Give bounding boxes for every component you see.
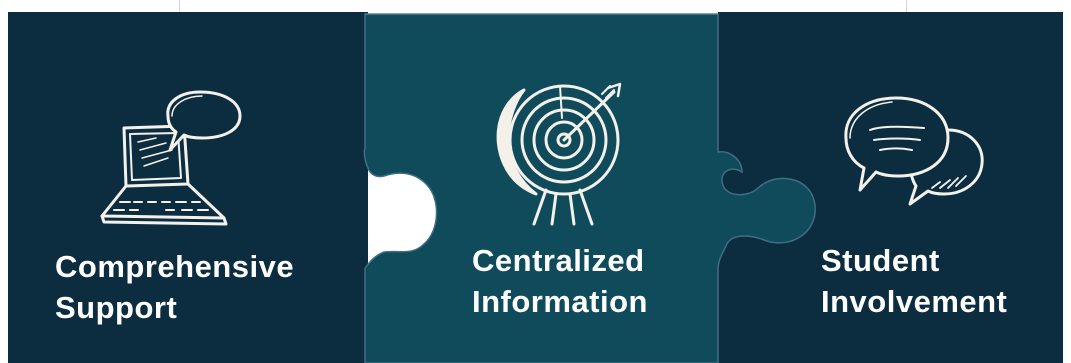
label-centralized-information: Centralized Information — [472, 240, 648, 322]
label-comprehensive-support: Comprehensive Support — [55, 246, 294, 328]
puzzle-banner: Comprehensive Support Centralized Inform… — [0, 0, 1071, 363]
speech-bubbles-icon — [840, 92, 990, 212]
label-student-involvement: Student Involvement — [821, 240, 1007, 322]
target-arrow-icon — [490, 78, 630, 228]
laptop-chat-icon — [96, 88, 246, 228]
label-line-2: Support — [55, 290, 178, 325]
label-line-1: Comprehensive — [55, 249, 295, 284]
label-line-1: Centralized — [472, 243, 645, 278]
label-line-2: Involvement — [821, 284, 1008, 319]
label-line-1: Student — [821, 243, 940, 278]
label-line-2: Information — [472, 284, 648, 319]
